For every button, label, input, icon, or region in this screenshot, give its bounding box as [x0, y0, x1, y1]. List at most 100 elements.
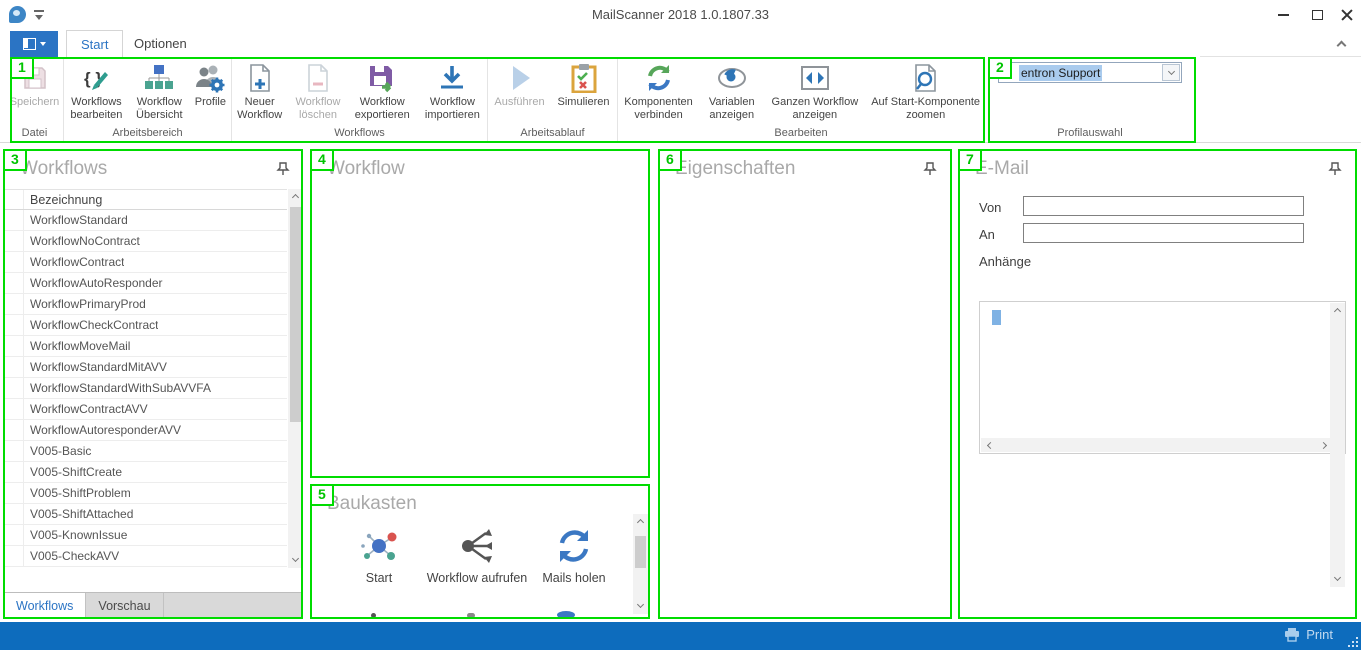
scroll-down-icon[interactable] — [288, 552, 303, 568]
tab-vorschau[interactable]: Vorschau — [86, 593, 163, 618]
komponenten-verbinden-button[interactable]: Komponenten verbinden — [618, 60, 699, 122]
maximize-button[interactable] — [1300, 0, 1334, 30]
pin-icon[interactable] — [1328, 162, 1342, 176]
tab-start[interactable]: Start — [66, 30, 123, 57]
table-row[interactable]: V005-Basic — [4, 441, 287, 462]
von-field[interactable] — [1023, 196, 1304, 216]
collapse-ribbon-icon[interactable] — [1338, 36, 1356, 52]
profile-button[interactable]: Profile — [190, 60, 231, 122]
table-row[interactable]: WorkflowContract — [4, 252, 287, 273]
table-row[interactable]: V005-ShiftProblem — [4, 483, 287, 504]
group-label-arbeitsablauf: Arbeitsablauf — [488, 127, 617, 139]
scroll-right-icon[interactable] — [1316, 438, 1332, 452]
baukasten-item-start[interactable]: Start — [324, 525, 434, 586]
clipboard-check-icon — [571, 62, 597, 94]
maximize-icon — [1312, 10, 1323, 20]
workflow-canvas-panel[interactable]: Workflow — [310, 149, 650, 478]
table-row[interactable]: WorkflowCheckContract — [4, 315, 287, 336]
group-label-datei: Datei — [6, 127, 63, 139]
baukasten-item-workflow-aufrufen[interactable]: Workflow aufrufen — [422, 525, 532, 586]
auf-start-komponente-zoomen-button[interactable]: Auf Start-Komponente zoomen — [867, 60, 984, 122]
variablen-anzeigen-button[interactable]: Variablen anzeigen — [701, 60, 762, 122]
resize-grip[interactable] — [1347, 636, 1358, 647]
tab-optionen[interactable]: Optionen — [120, 30, 201, 57]
workflows-table: Bezeichnung WorkflowStandard WorkflowNoC… — [4, 189, 287, 567]
mail-horizontal-scrollbar[interactable] — [981, 438, 1332, 452]
eye-icon — [716, 62, 748, 94]
mail-panel: E-Mail Von An Anhänge — [958, 149, 1357, 619]
file-menu-button[interactable] — [10, 31, 58, 57]
workflow-loeschen-button[interactable]: Workflow löschen — [289, 60, 346, 122]
table-row[interactable]: WorkflowAutoresponderAVV — [4, 420, 287, 441]
delete-document-icon — [304, 62, 332, 94]
titlebar: MailScanner 2018 1.0.1807.33 — [0, 0, 1361, 30]
table-row[interactable]: V005-KnownIssue — [4, 525, 287, 546]
table-row[interactable]: WorkflowStandardMitAVV — [4, 357, 287, 378]
neuer-workflow-button[interactable]: Neuer Workflow — [232, 60, 287, 122]
zoom-document-icon — [912, 62, 940, 94]
save-icon — [21, 62, 49, 94]
workflow-importieren-button[interactable]: Workflow importieren — [418, 60, 487, 122]
speichern-button[interactable]: Speichern — [7, 60, 63, 109]
scroll-down-icon[interactable] — [633, 598, 648, 614]
workflow-exportieren-button[interactable]: Workflow exportieren — [349, 60, 416, 122]
workflow-uebersicht-button[interactable]: Workflow Übersicht — [131, 60, 188, 122]
workflows-bearbeiten-button[interactable]: { } Workflows bearbeiten — [64, 60, 129, 122]
call-workflow-icon — [456, 525, 498, 567]
scroll-thumb[interactable] — [290, 207, 301, 422]
column-header-bezeichnung: Bezeichnung — [24, 193, 102, 207]
scroll-up-icon[interactable] — [633, 514, 648, 530]
ganzen-workflow-anzeigen-button[interactable]: Ganzen Workflow anzeigen — [764, 60, 865, 122]
table-row[interactable]: WorkflowStandardWithSubAVVFA — [4, 378, 287, 399]
table-row[interactable]: WorkflowContractAVV — [4, 399, 287, 420]
minimize-icon — [1278, 14, 1289, 16]
text-selection — [992, 310, 1001, 325]
scroll-up-icon[interactable] — [288, 189, 303, 205]
table-row[interactable]: WorkflowStandard — [4, 210, 287, 231]
workflows-table-header[interactable]: Bezeichnung — [4, 189, 287, 210]
table-row[interactable]: V005-ShiftCreate — [4, 462, 287, 483]
mail-panel-title: E-Mail — [975, 158, 1029, 180]
partial-icon — [557, 611, 575, 619]
profile-select-dropdown-icon[interactable] — [1162, 64, 1180, 81]
baukasten-panel-title: Baukasten — [327, 493, 417, 515]
tab-workflows[interactable]: Workflows — [4, 593, 86, 618]
group-label-bearbeiten: Bearbeiten — [618, 127, 984, 139]
scroll-left-icon[interactable] — [981, 438, 997, 452]
ribbon-group-workflows: Neuer Workflow Workflow löschen Workflow… — [232, 57, 488, 142]
baukasten-scrollbar[interactable] — [633, 514, 648, 614]
an-field[interactable] — [1023, 223, 1304, 243]
partial-icon — [467, 613, 475, 618]
table-row[interactable]: V005-ShiftAttached — [4, 504, 287, 525]
scroll-up-icon[interactable] — [1330, 303, 1345, 319]
von-label: Von — [979, 200, 1001, 215]
play-icon — [506, 62, 534, 94]
anhaenge-label: Anhänge — [979, 254, 1031, 269]
minimize-button[interactable] — [1266, 0, 1300, 30]
ribbon-group-arbeitsbereich: { } Workflows bearbeiten Workflow Übersi… — [64, 57, 232, 142]
scroll-thumb[interactable] — [635, 536, 646, 568]
table-row[interactable]: V005-CheckAVV — [4, 546, 287, 567]
simulieren-button[interactable]: Simulieren — [552, 60, 616, 109]
print-button[interactable]: Print — [1284, 627, 1333, 642]
braces-edit-icon: { } — [81, 62, 111, 94]
workflows-scrollbar[interactable] — [288, 189, 303, 568]
ribbon: Speichern Datei { } Workflows bearbeiten — [0, 57, 1361, 143]
mail-vertical-scrollbar[interactable] — [1330, 303, 1345, 587]
mail-body-area[interactable] — [979, 301, 1346, 454]
table-row[interactable]: WorkflowNoContract — [4, 231, 287, 252]
ribbon-group-datei: Speichern Datei — [6, 57, 64, 142]
table-row[interactable]: WorkflowMoveMail — [4, 336, 287, 357]
scroll-down-icon[interactable] — [1330, 571, 1345, 587]
baukasten-item-mails-holen[interactable]: Mails holen — [519, 525, 629, 586]
ribbon-group-bearbeiten: Komponenten verbinden Variablen anzeigen… — [618, 57, 985, 142]
table-row[interactable]: WorkflowAutoResponder — [4, 273, 287, 294]
file-menu-caret-icon — [40, 42, 46, 46]
table-row[interactable]: WorkflowPrimaryProd — [4, 294, 287, 315]
pin-icon[interactable] — [276, 162, 290, 176]
profile-select[interactable]: entron Support — [998, 62, 1182, 83]
ausfuehren-button[interactable]: Ausführen — [490, 60, 550, 109]
close-button[interactable] — [1330, 0, 1361, 30]
pin-icon[interactable] — [923, 162, 937, 176]
profile-select-value: entron Support — [1019, 65, 1102, 81]
